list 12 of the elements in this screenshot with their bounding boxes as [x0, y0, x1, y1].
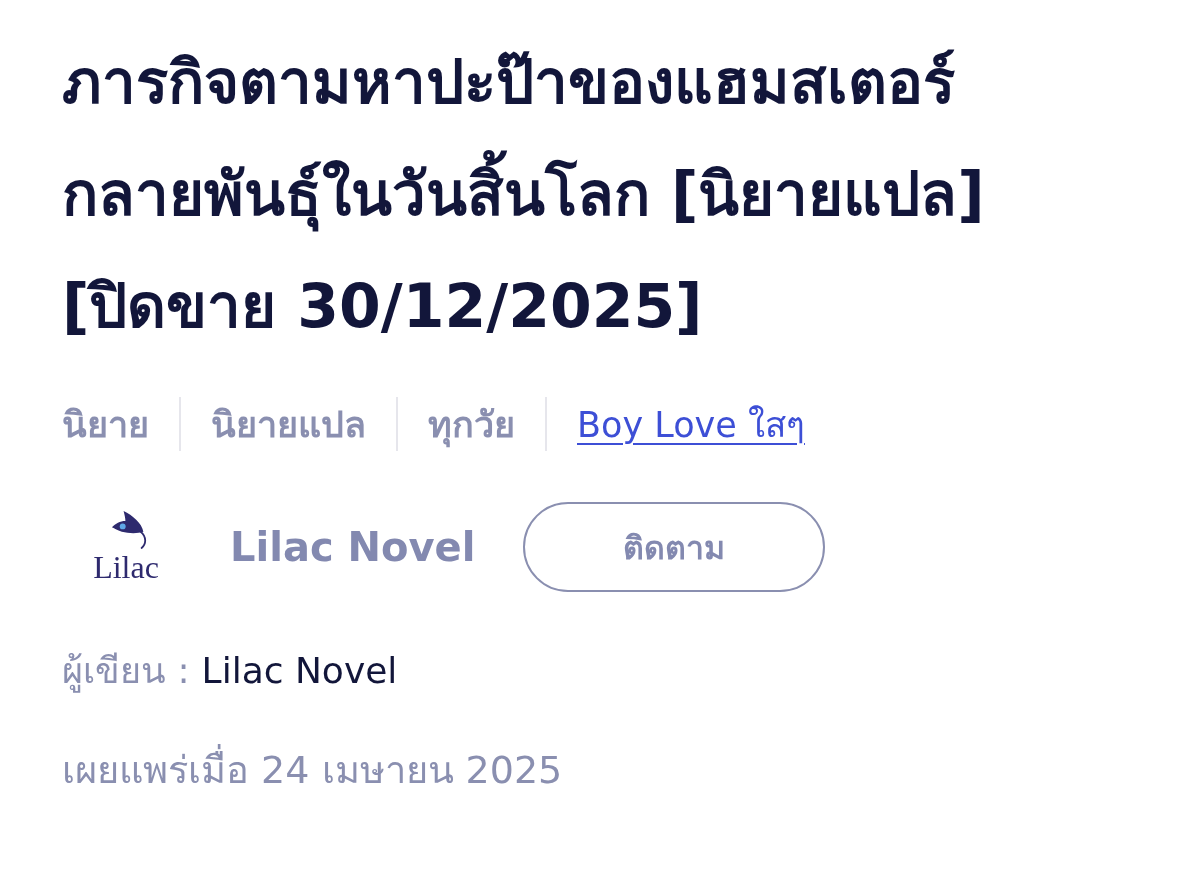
publisher-name[interactable]: Lilac Novel — [230, 524, 476, 570]
novel-title: ภารกิจตามหาปะป๊าของแฮมสเตอร์กลายพันธุ์ในวันสิ้นโลก [นิยายแปล] [ปิดขาย 30/12/2025] — [62, 46, 986, 343]
author-label: ผู้เขียน : — [62, 649, 190, 695]
author-name: Lilac Novel — [201, 650, 398, 691]
category-tag[interactable]: นิยาย — [62, 395, 149, 453]
category-tag[interactable]: นิยายแปล — [211, 395, 366, 453]
logo-text[interactable]: Lilac — [93, 550, 159, 584]
publish-date: เผยแพร่เมื่อ 24 เมษายน 2025 — [62, 739, 1152, 800]
follow-button[interactable]: ติดตาม — [523, 502, 826, 592]
leaf-icon — [111, 510, 147, 550]
tag-link[interactable]: Boy Love ใสๆ — [577, 396, 805, 452]
category-tag[interactable]: ทุกวัย — [428, 395, 515, 453]
